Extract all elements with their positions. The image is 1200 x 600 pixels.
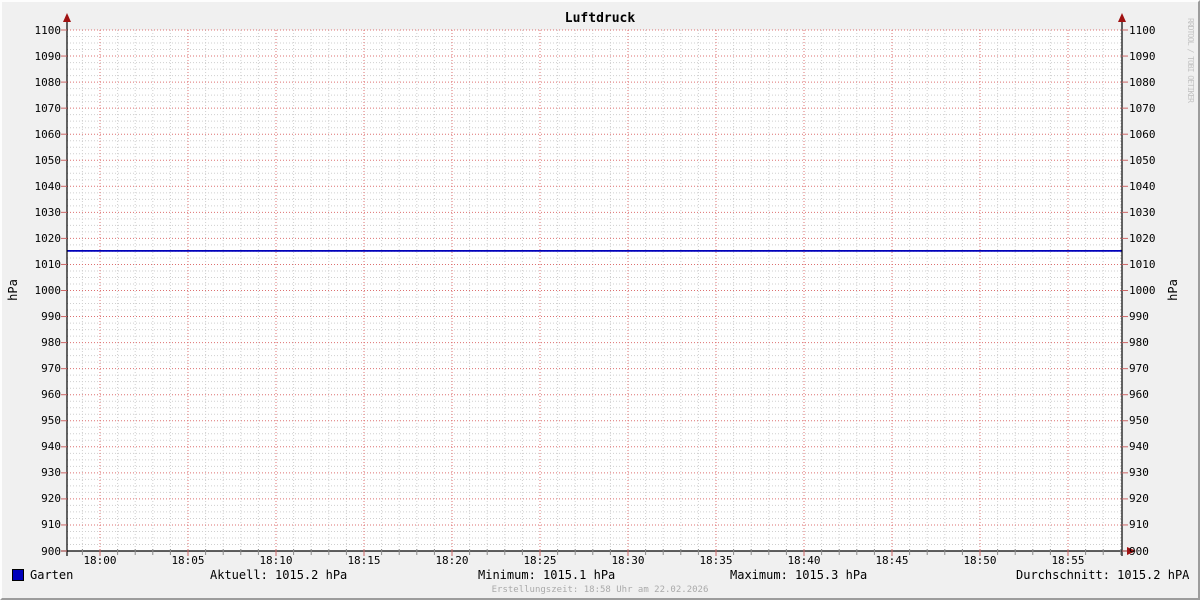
y-tick-label-right: 930 xyxy=(1129,466,1149,479)
y-tick-label-left: 910 xyxy=(41,518,61,531)
y-tick-label-right: 1040 xyxy=(1129,180,1156,193)
y-tick-label-right: 990 xyxy=(1129,310,1149,323)
y-tick-label-left: 1060 xyxy=(34,128,62,141)
y-tick-label-left: 940 xyxy=(41,440,61,453)
y-tick-label-left: 1080 xyxy=(34,76,62,89)
y-tick-label-left: 960 xyxy=(41,388,61,401)
x-tick-label: 18:20 xyxy=(435,554,469,567)
y-tick-label-right: 1020 xyxy=(1129,232,1156,245)
x-tick-label: 18:15 xyxy=(347,554,381,567)
y-tick-label-right: 920 xyxy=(1129,492,1149,505)
y-tick-label-left: 1040 xyxy=(34,180,62,193)
y-tick-label-left: 1070 xyxy=(34,102,62,115)
y-tick-label-left: 1020 xyxy=(34,232,62,245)
y-tick-label-right: 1070 xyxy=(1129,102,1156,115)
x-tick-label: 18:55 xyxy=(1051,554,1085,567)
y-tick-label-right: 950 xyxy=(1129,414,1149,427)
y-tick-label-left: 1090 xyxy=(34,50,62,63)
y-tick-label-left: 970 xyxy=(41,362,61,375)
y-tick-label-left: 1100 xyxy=(34,24,62,37)
stat-current: Aktuell: 1015.2 hPa xyxy=(210,568,348,582)
y-tick-label-left: 1050 xyxy=(34,154,62,167)
y-tick-label-right: 960 xyxy=(1129,388,1149,401)
x-tick-label: 18:50 xyxy=(963,554,997,567)
x-tick-label: 18:00 xyxy=(83,554,117,567)
y-tick-label-right: 980 xyxy=(1129,336,1149,349)
y-tick-label-right: 970 xyxy=(1129,362,1149,375)
y-tick-label-right: 1030 xyxy=(1129,206,1156,219)
y-tick-label-right: 1000 xyxy=(1129,284,1156,297)
y-tick-label-right: 1050 xyxy=(1129,154,1156,167)
y-tick-label-left: 1030 xyxy=(34,206,62,219)
chart-plot-area xyxy=(2,2,1198,570)
legend-color-swatch xyxy=(12,569,24,581)
x-tick-label: 18:05 xyxy=(171,554,205,567)
x-tick-label: 18:25 xyxy=(523,554,557,567)
y-tick-label-right: 910 xyxy=(1129,518,1149,531)
y-tick-label-left: 980 xyxy=(41,336,61,349)
rrdtool-graph: Luftdruck hPa hPa RRDTOOL / TOBI OETIKER… xyxy=(0,0,1200,600)
y-tick-label-left: 900 xyxy=(41,545,61,558)
y-tick-label-right: 900 xyxy=(1129,545,1149,558)
y-tick-label-left: 1000 xyxy=(34,284,62,297)
y-tick-label-left: 990 xyxy=(41,310,61,323)
x-tick-label: 18:45 xyxy=(875,554,909,567)
y-tick-label-right: 1010 xyxy=(1129,258,1156,271)
y-tick-label-right: 1090 xyxy=(1129,50,1156,63)
x-tick-label: 18:40 xyxy=(787,554,821,567)
stat-maximum: Maximum: 1015.3 hPa xyxy=(730,568,868,582)
y-tick-label-right: 1100 xyxy=(1129,24,1156,37)
stat-minimum: Minimum: 1015.1 hPa xyxy=(478,568,616,582)
stat-average: Durchschnitt: 1015.2 hPA xyxy=(1016,568,1190,582)
y-tick-label-left: 1010 xyxy=(34,258,62,271)
x-tick-label: 18:35 xyxy=(699,554,733,567)
y-tick-label-left: 930 xyxy=(41,466,61,479)
y-tick-label-left: 950 xyxy=(41,414,61,427)
x-tick-label: 18:10 xyxy=(259,554,293,567)
y-tick-label-right: 940 xyxy=(1129,440,1149,453)
legend-series-label: Garten xyxy=(30,568,74,582)
y-tick-label-left: 920 xyxy=(41,492,61,505)
y-tick-label-right: 1080 xyxy=(1129,76,1156,89)
legend-row: Garten Aktuell: 1015.2 hPa Minimum: 1015… xyxy=(2,568,1198,583)
creation-timestamp: Erstellungszeit: 18:58 Uhr am 22.02.2026 xyxy=(491,585,709,595)
y-tick-label-right: 1060 xyxy=(1129,128,1156,141)
x-tick-label: 18:30 xyxy=(611,554,645,567)
